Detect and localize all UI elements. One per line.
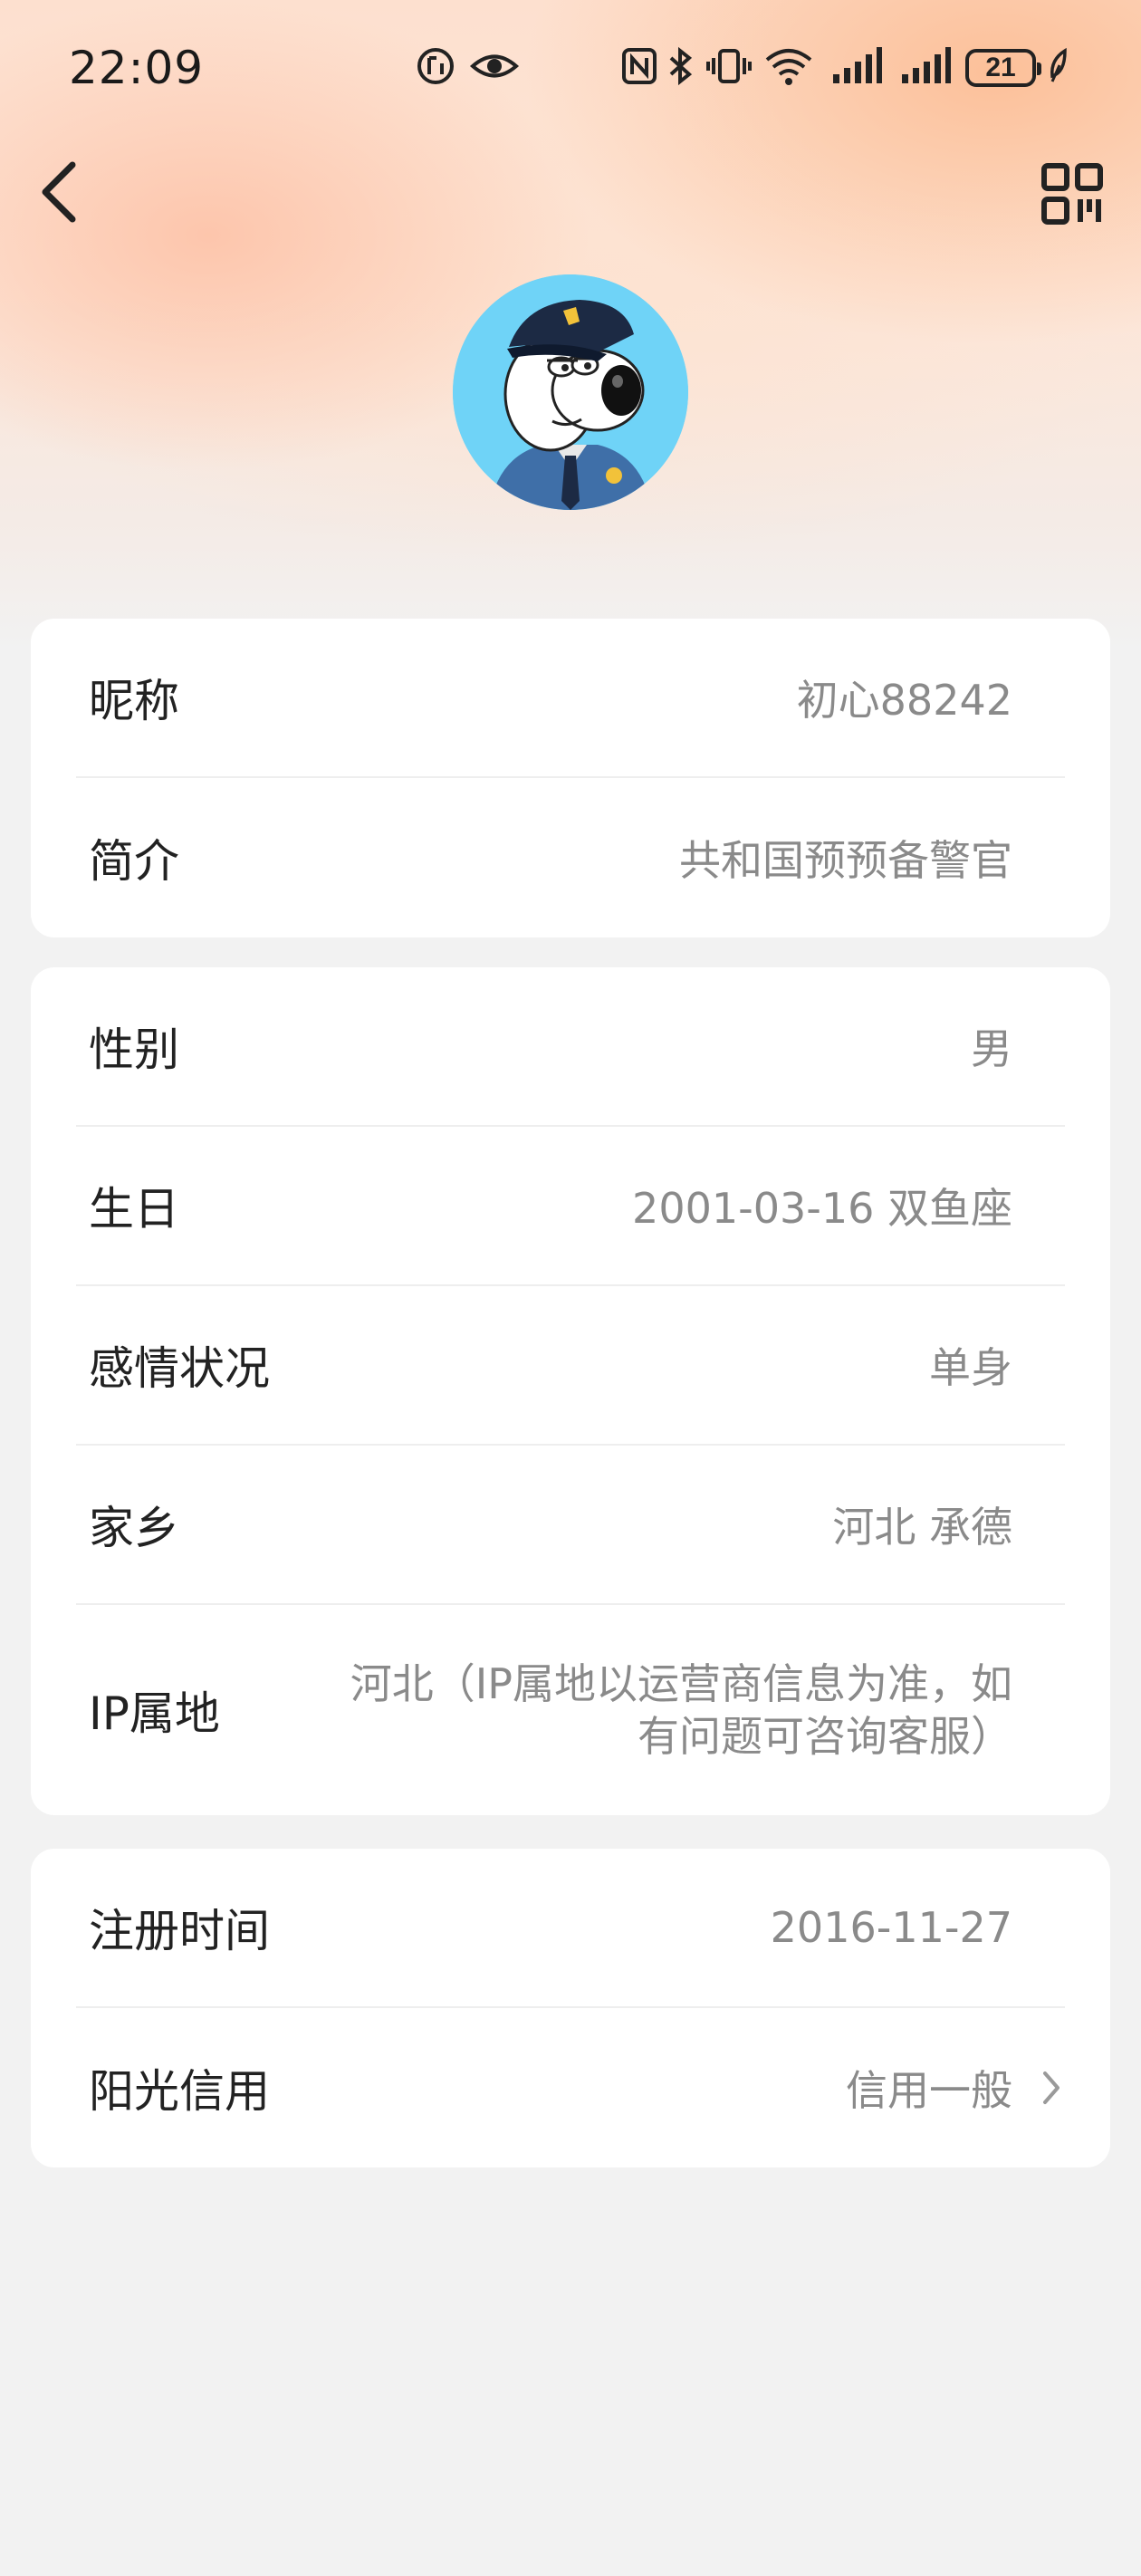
bio-label: 简介 xyxy=(89,835,179,888)
avatar[interactable] xyxy=(453,274,688,510)
signal-icon-2 xyxy=(902,47,951,83)
wifi-icon xyxy=(765,49,812,85)
data-saver-icon xyxy=(417,48,454,84)
ip-location-value-line1: 河北（IP属地以运营商信息为准，如 xyxy=(350,1659,1012,1708)
nfc-icon xyxy=(622,48,657,84)
nickname-label: 昵称 xyxy=(89,675,179,727)
vibrate-icon xyxy=(706,49,752,83)
bluetooth-icon xyxy=(669,46,693,86)
gender-value: 男 xyxy=(971,1024,1012,1073)
ip-location-row: IP属地 河北（IP属地以运营商信息为准，如 有问题可咨询客服） xyxy=(76,1605,1065,1815)
gender-row[interactable]: 性别 男 xyxy=(76,967,1065,1127)
nickname-value: 初心88242 xyxy=(796,676,1012,725)
sunshine-credit-value: 信用一般 xyxy=(846,2066,1012,2115)
ip-location-value-line2: 有问题可咨询客服） xyxy=(638,1712,1012,1761)
status-time: 22:09 xyxy=(69,42,205,94)
register-time-label: 注册时间 xyxy=(89,1905,270,1957)
back-chevron-left-icon[interactable] xyxy=(33,156,87,228)
ip-location-label: IP属地 xyxy=(89,1687,220,1740)
basic-info-card: 昵称 初心88242 简介 共和国预预备警官 xyxy=(31,619,1110,937)
hometown-label: 家乡 xyxy=(89,1502,179,1554)
relationship-label: 感情状况 xyxy=(89,1342,270,1395)
hometown-row[interactable]: 家乡 河北 承德 xyxy=(76,1446,1065,1605)
personal-info-card: 性别 男 生日 2001-03-16 双鱼座 感情状况 单身 家乡 河北 承德 … xyxy=(31,967,1110,1815)
sunshine-credit-label: 阳光信用 xyxy=(89,2065,270,2118)
account-info-card: 注册时间 2016-11-27 阳光信用 信用一般 xyxy=(31,1849,1110,2167)
nickname-row[interactable]: 昵称 初心88242 xyxy=(76,619,1065,778)
qr-code-icon[interactable] xyxy=(1040,161,1105,226)
status-bar: 22:09 21 xyxy=(0,0,1141,136)
eye-icon xyxy=(469,54,520,78)
signal-icon-1 xyxy=(833,47,882,83)
sunshine-credit-row[interactable]: 阳光信用 信用一般 xyxy=(76,2008,1065,2167)
leaf-icon xyxy=(1050,47,1067,82)
birthday-value: 2001-03-16 双鱼座 xyxy=(632,1184,1012,1233)
bio-row[interactable]: 简介 共和国预预备警官 xyxy=(76,778,1065,937)
bio-value: 共和国预预备警官 xyxy=(679,836,1012,885)
register-time-value: 2016-11-27 xyxy=(770,1903,1012,1952)
relationship-row[interactable]: 感情状况 单身 xyxy=(76,1286,1065,1446)
birthday-label: 生日 xyxy=(89,1183,179,1235)
battery-level: 21 xyxy=(985,53,1016,82)
gender-label: 性别 xyxy=(89,1024,179,1076)
chevron-right-icon[interactable] xyxy=(1038,2066,1065,2110)
register-time-row: 注册时间 2016-11-27 xyxy=(76,1849,1065,2008)
ip-location-value: 河北（IP属地以运营商信息为准，如 有问题可咨询客服） xyxy=(270,1605,1012,1815)
birthday-row[interactable]: 生日 2001-03-16 双鱼座 xyxy=(76,1127,1065,1286)
hometown-value: 河北 承德 xyxy=(832,1503,1012,1552)
battery-icon: 21 xyxy=(965,49,1041,87)
relationship-value: 单身 xyxy=(929,1343,1012,1392)
avatar-police-dog-image xyxy=(453,274,688,510)
